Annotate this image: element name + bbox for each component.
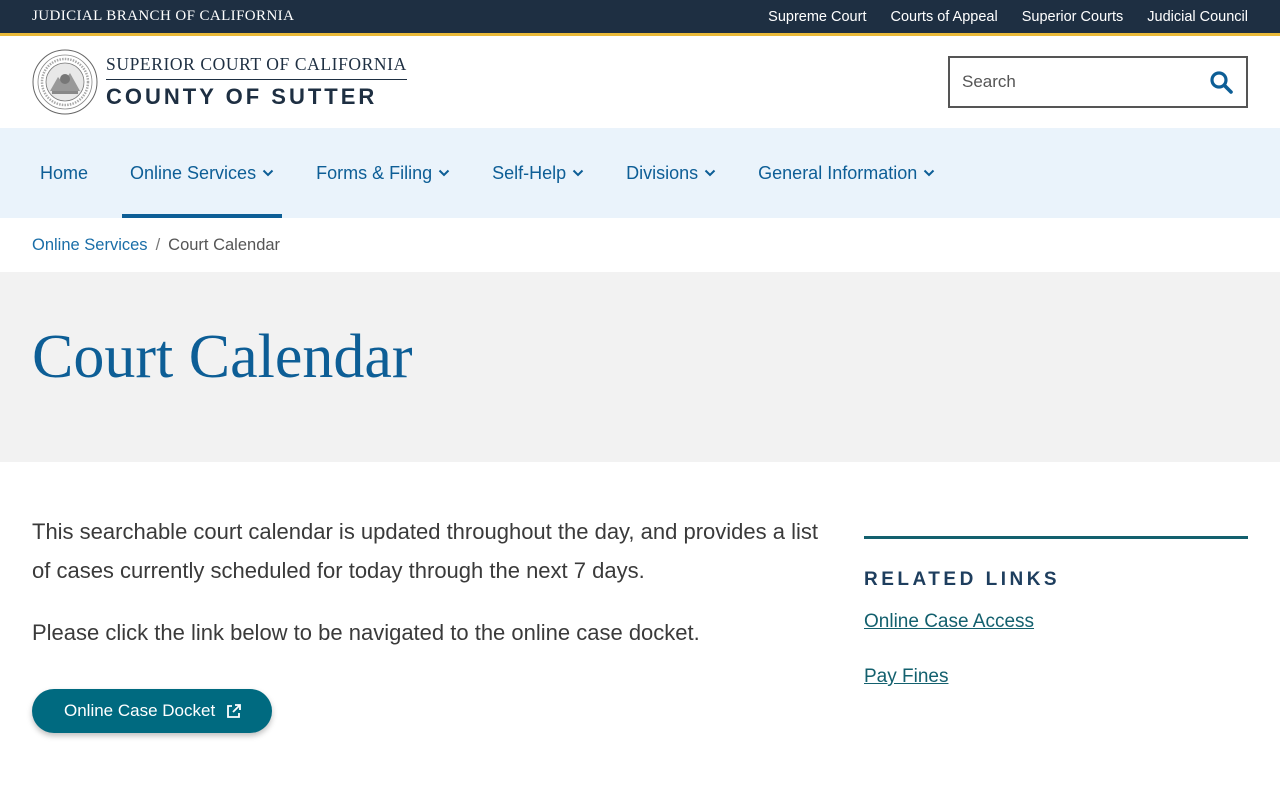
utility-link-supreme-court[interactable]: Supreme Court [768, 9, 866, 25]
page-title: Court Calendar [32, 322, 413, 391]
chevron-down-icon [572, 169, 584, 177]
chevron-down-icon [923, 169, 935, 177]
nav-item-label: Self-Help [492, 162, 567, 183]
main-nav: Home Online Services Forms & Filing Self… [0, 128, 1280, 218]
nav-item-home[interactable]: Home [32, 128, 96, 218]
sidebar-divider [864, 536, 1248, 539]
breadcrumb-current: Court Calendar [168, 235, 281, 254]
nav-item-self-help[interactable]: Self-Help [484, 128, 592, 218]
search-icon[interactable] [1208, 69, 1234, 95]
instruction-paragraph: Please click the link below to be naviga… [32, 620, 700, 645]
related-links-title: RELATED LINKS [864, 569, 1061, 590]
breadcrumb-link-online-services[interactable]: Online Services [32, 236, 148, 255]
court-logo[interactable]: SUPERIOR COURT OF CALIFORNIA COUNTY OF S… [32, 49, 407, 115]
utility-links: Supreme Court Courts of Appeal Superior … [768, 9, 1248, 25]
nav-item-divisions[interactable]: Divisions [618, 128, 724, 218]
chevron-down-icon [262, 169, 274, 177]
external-link-icon [225, 703, 242, 720]
nav-item-general-information[interactable]: General Information [750, 128, 943, 218]
nav-item-label: Home [40, 162, 89, 183]
utility-bar: JUDICIAL BRANCH OF CALIFORNIA Supreme Co… [0, 0, 1280, 36]
nav-item-label: Online Services [130, 162, 257, 183]
utility-link-courts-of-appeal[interactable]: Courts of Appeal [890, 9, 997, 25]
chevron-down-icon [704, 169, 716, 177]
breadcrumb-separator: / [155, 235, 161, 254]
utility-link-superior-courts[interactable]: Superior Courts [1022, 9, 1124, 25]
breadcrumb: Online Services / Court Calendar [0, 218, 1280, 272]
nav-item-label: Divisions [626, 162, 699, 183]
nav-item-label: Forms & Filing [316, 162, 433, 183]
page-hero: Court Calendar [0, 272, 1280, 462]
utility-link-judicial-council[interactable]: Judicial Council [1147, 9, 1248, 25]
nav-item-forms-filing[interactable]: Forms & Filing [308, 128, 458, 218]
logo-title-bottom: COUNTY OF SUTTER [106, 84, 378, 109]
logo-text: SUPERIOR COURT OF CALIFORNIA COUNTY OF S… [106, 54, 407, 110]
court-seal-icon [32, 49, 98, 115]
nav-item-label: General Information [758, 162, 918, 183]
search-box [948, 56, 1248, 108]
judicial-branch-label: JUDICIAL BRANCH OF CALIFORNIA [32, 8, 295, 24]
intro-paragraph: This searchable court calendar is update… [32, 519, 818, 583]
chevron-down-icon [438, 169, 450, 177]
online-case-docket-button[interactable]: Online Case Docket [32, 689, 273, 733]
button-label: Online Case Docket [64, 701, 216, 720]
logo-title-top: SUPERIOR COURT OF CALIFORNIA [106, 54, 407, 80]
search-input[interactable] [962, 72, 1192, 92]
main-content: This searchable court calendar is update… [0, 462, 1280, 733]
related-link-online-case-access[interactable]: Online Case Access [864, 611, 1248, 633]
related-link-pay-fines[interactable]: Pay Fines [864, 666, 1248, 688]
related-links-sidebar: RELATED LINKS Online Case Access Pay Fin… [864, 512, 1248, 733]
site-header: SUPERIOR COURT OF CALIFORNIA COUNTY OF S… [0, 36, 1280, 128]
main-column: This searchable court calendar is update… [32, 512, 832, 733]
nav-item-online-services[interactable]: Online Services [122, 128, 283, 218]
